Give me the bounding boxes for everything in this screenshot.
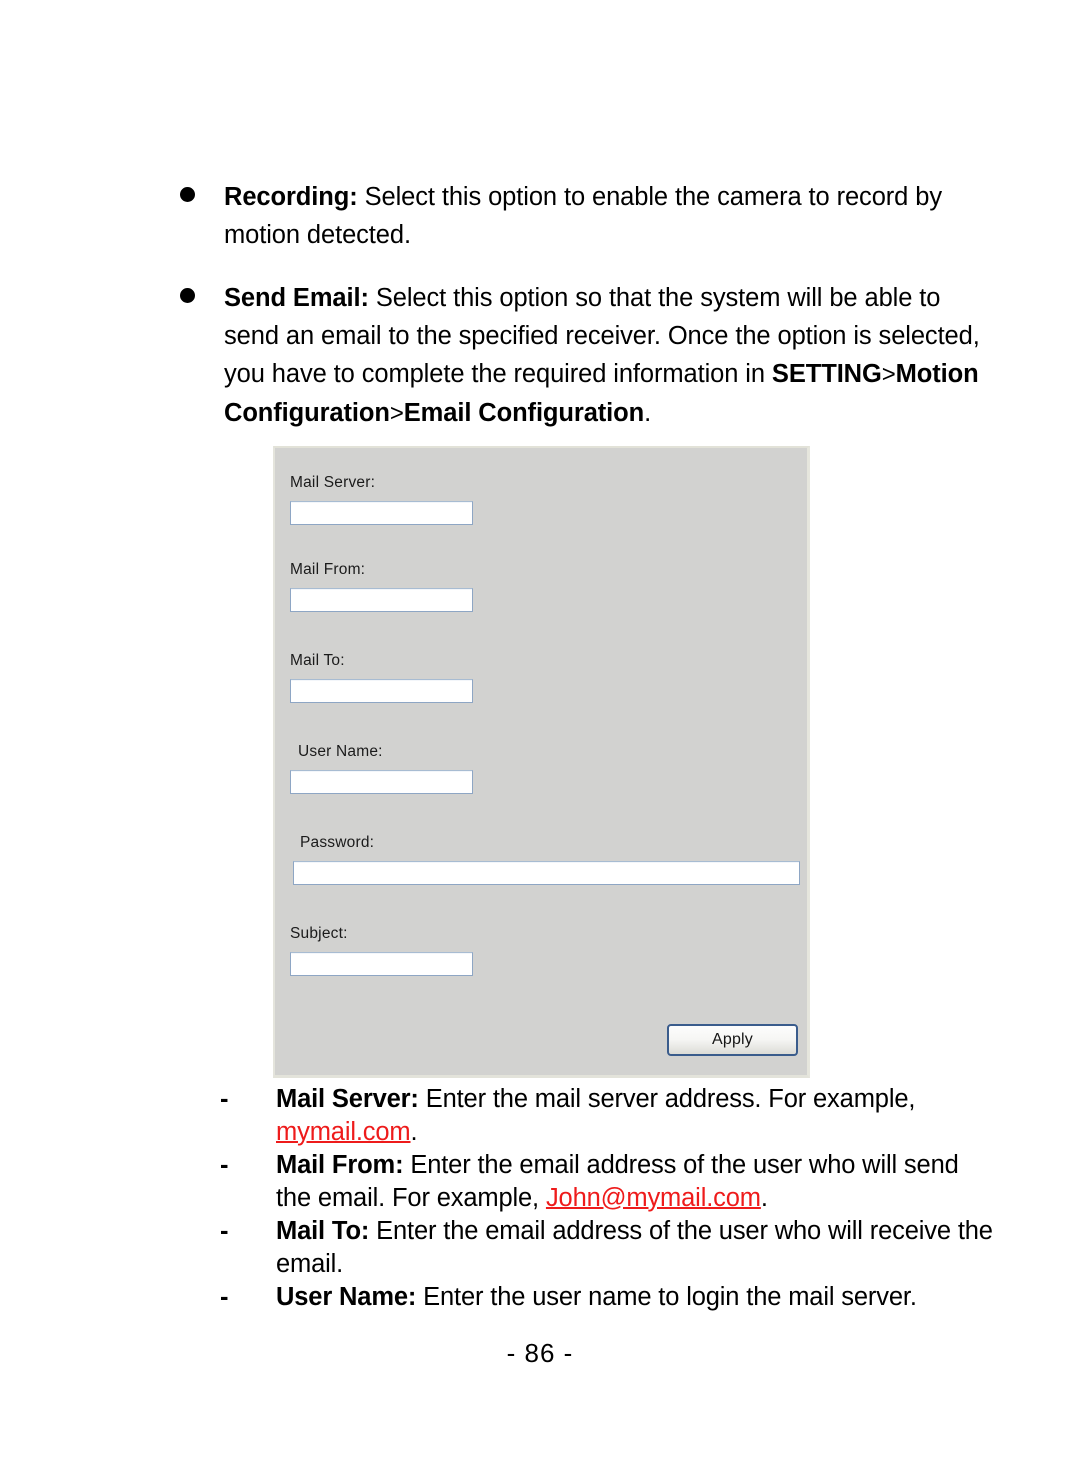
label-user-name: User Name: [298, 743, 383, 760]
breadcrumb-separator: > [881, 361, 896, 388]
label-password: Password: [300, 834, 375, 851]
breadcrumb-separator: > [389, 400, 404, 427]
field-group-mail-server: Mail Server: [290, 474, 800, 525]
list-item: - Mail From: Enter the email address of … [218, 1149, 993, 1215]
list-item: - User Name: Enter the user name to logi… [218, 1281, 993, 1314]
label-subject: Subject: [290, 925, 348, 942]
apply-button[interactable]: Apply [667, 1024, 798, 1056]
description-list: - Mail Server: Enter the mail server add… [218, 1083, 993, 1314]
desc-term-mail-from: Mail From: [276, 1151, 404, 1179]
field-group-subject: Subject: [290, 925, 800, 976]
desc-term-mail-server: Mail Server: [276, 1085, 419, 1113]
desc-text-mail-to: Enter the email address of the user who … [276, 1217, 993, 1278]
field-group-mail-from: Mail From: [290, 561, 800, 612]
desc-term-mail-to: Mail To: [276, 1217, 370, 1245]
bullet-dot-icon [180, 279, 198, 317]
dash-marker-icon: - [220, 1283, 229, 1311]
breadcrumb-email-configuration: Email Configuration [403, 399, 645, 427]
manual-page: Recording: Select this option to enable … [0, 0, 1080, 1483]
input-mail-to[interactable] [290, 679, 473, 703]
desc-text-after: . [410, 1118, 418, 1146]
label-mail-server: Mail Server: [290, 474, 376, 491]
dash-marker-icon: - [220, 1151, 229, 1179]
desc-text-mail-server: Enter the mail server address. For examp… [418, 1085, 916, 1113]
field-group-user-name: User Name: [290, 743, 800, 794]
input-user-name[interactable] [290, 770, 473, 794]
breadcrumb-setting: SETTING [771, 360, 882, 388]
field-group-mail-to: Mail To: [290, 652, 800, 703]
label-mail-to: Mail To: [290, 652, 345, 669]
link-john-at-mymail-com[interactable]: John@mymail.com [546, 1184, 761, 1212]
bullet-list: Recording: Select this option to enable … [178, 178, 988, 433]
dash-marker-icon: - [220, 1217, 229, 1245]
page-number: - 86 - [506, 1338, 574, 1368]
bullet-text-end: . [644, 399, 652, 427]
input-password[interactable] [293, 861, 800, 885]
bullet-dot-icon [180, 178, 198, 216]
bullet-term-send-email: Send Email: [224, 284, 369, 312]
list-item: Send Email: Select this option so that t… [178, 279, 988, 433]
dash-marker-icon: - [220, 1085, 229, 1113]
label-mail-from: Mail From: [290, 561, 366, 578]
email-configuration-dialog: Mail Server: Mail From: Mail To: User Na… [273, 446, 810, 1078]
bullet-term-recording: Recording: [224, 183, 358, 211]
input-mail-from[interactable] [290, 588, 473, 612]
desc-text-after: . [760, 1184, 768, 1212]
input-subject[interactable] [290, 952, 473, 976]
desc-text-user-name: Enter the user name to login the mail se… [416, 1283, 917, 1311]
input-mail-server[interactable] [290, 501, 473, 525]
list-item: - Mail Server: Enter the mail server add… [218, 1083, 993, 1149]
link-mymail-com[interactable]: mymail.com [276, 1118, 411, 1146]
list-item: Recording: Select this option to enable … [178, 178, 988, 254]
list-item: - Mail To: Enter the email address of th… [218, 1215, 993, 1281]
field-group-password: Password: [290, 834, 800, 885]
desc-term-user-name: User Name: [276, 1283, 417, 1311]
